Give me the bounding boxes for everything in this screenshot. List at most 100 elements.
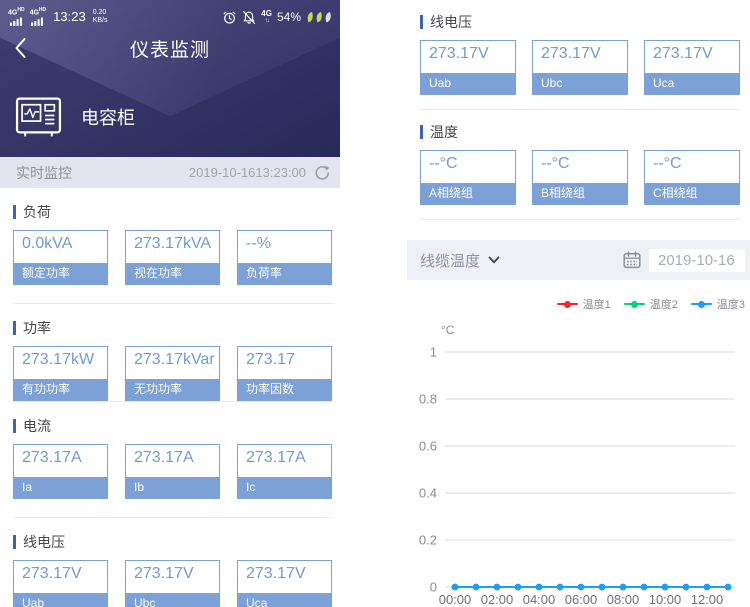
metric-card: --% 负荷率 bbox=[237, 230, 332, 285]
metric-label: Uab bbox=[14, 593, 107, 607]
metric-value: 0.0kVA bbox=[22, 235, 73, 252]
svg-text:0: 0 bbox=[430, 580, 437, 595]
svg-text:0.6: 0.6 bbox=[419, 439, 437, 454]
metric-card: 273.17A Ib bbox=[125, 444, 220, 499]
metric-value: 273.17V bbox=[541, 45, 601, 62]
metric-card: --°C C相绕组 bbox=[644, 150, 740, 205]
section-title-bar-icon bbox=[13, 419, 16, 433]
device-name: 电容柜 bbox=[81, 108, 135, 128]
metric-card: 273.17V Uca bbox=[237, 560, 332, 607]
metric-label: Uca bbox=[645, 73, 739, 94]
calendar-icon[interactable] bbox=[622, 250, 642, 270]
legend-line-icon bbox=[690, 300, 712, 308]
section-title: 线电压 bbox=[420, 12, 740, 32]
cable-temp-filter-bar: 线缆温度 2019-10-16 bbox=[407, 240, 750, 280]
metric-section: 电流 273.17A Ia 273.17A Ib 273.17A Ic bbox=[13, 402, 333, 518]
network-type-label: 4GHD bbox=[8, 7, 25, 17]
section-title-text: 负荷 bbox=[23, 204, 51, 220]
legend-label: 温度2 bbox=[649, 299, 678, 311]
metric-card: 273.17kW 有功功率 bbox=[13, 346, 108, 401]
svg-text:1: 1 bbox=[430, 345, 437, 360]
device-row: 电容柜 bbox=[15, 95, 340, 139]
metric-value: 273.17A bbox=[134, 449, 194, 466]
date-filter: 2019-10-16 bbox=[622, 248, 745, 272]
temperature-line-chart: °C 0 0.2 0.4 0.6 0.8 1 00:00 02:00 04:00 06:00 08:0… bbox=[419, 323, 735, 607]
legend-item[interactable]: 温度1 bbox=[556, 296, 611, 312]
mobile-data-icon: 4G ↑↓ bbox=[261, 9, 272, 25]
metric-value: 273.17V bbox=[22, 565, 82, 582]
metric-label: 视在功率 bbox=[126, 263, 219, 284]
chevron-down-icon bbox=[488, 256, 500, 264]
refresh-button[interactable] bbox=[313, 164, 330, 181]
metric-card: 0.0kVA 额定功率 bbox=[13, 230, 108, 285]
legend-line-icon bbox=[556, 300, 578, 308]
section-title-bar-icon bbox=[13, 205, 16, 219]
section-title: 电流 bbox=[13, 416, 333, 436]
svg-text:°C: °C bbox=[441, 323, 455, 337]
svg-text:0.8: 0.8 bbox=[419, 392, 437, 407]
speed-unit: KB/s bbox=[92, 16, 108, 24]
section-title: 负荷 bbox=[13, 202, 333, 222]
svg-text:10:00: 10:00 bbox=[649, 592, 682, 607]
svg-text:06:00: 06:00 bbox=[565, 592, 598, 607]
status-bar-left: 4GHD 4GHD 13:23 0.20 KB/s bbox=[8, 7, 108, 26]
signal-bars-icon bbox=[31, 17, 44, 26]
section-title-text: 温度 bbox=[430, 124, 458, 140]
svg-text:04:00: 04:00 bbox=[523, 592, 556, 607]
app-header: 4GHD 4GHD 13:23 0.20 KB/s 4G ↑↓ 54% 仪表监测… bbox=[0, 0, 340, 157]
metric-value: --°C bbox=[653, 155, 682, 172]
right-metric-sections: 线电压 273.17V Uab 273.17V Ubc 273.17V Uca 温度 --°C A… bbox=[407, 0, 750, 220]
metric-label: B相绕组 bbox=[533, 183, 627, 204]
legend-item[interactable]: 温度2 bbox=[623, 296, 678, 312]
battery-leaf-icon bbox=[307, 11, 331, 22]
nav-bar: 仪表监测 bbox=[0, 31, 340, 65]
metric-section: 线电压 273.17V Uab 273.17V Ubc 273.17V Uca bbox=[13, 518, 333, 607]
metric-value: 273.17V bbox=[134, 565, 194, 582]
section-title: 温度 bbox=[420, 122, 740, 142]
metric-value: 273.17V bbox=[246, 565, 306, 582]
card-row: 273.17A Ia 273.17A Ib 273.17A Ic bbox=[13, 444, 333, 499]
metric-value: 273.17A bbox=[246, 449, 306, 466]
legend-item[interactable]: 温度3 bbox=[690, 296, 745, 312]
svg-text:08:00: 08:00 bbox=[607, 592, 640, 607]
metric-card: 273.17A Ia bbox=[13, 444, 108, 499]
metric-label: Uca bbox=[238, 593, 331, 607]
network-speed: 0.20 KB/s bbox=[93, 9, 108, 25]
metric-card: 273.17V Uab bbox=[13, 560, 108, 607]
metric-value: 273.17V bbox=[429, 45, 489, 62]
meter-monitor-screen: 4GHD 4GHD 13:23 0.20 KB/s 4G ↑↓ 54% 仪表监测… bbox=[0, 0, 750, 607]
left-panel: 4GHD 4GHD 13:23 0.20 KB/s 4G ↑↓ 54% 仪表监测… bbox=[0, 0, 340, 607]
section-title-bar-icon bbox=[420, 125, 423, 139]
metric-card: 273.17kVA 视在功率 bbox=[125, 230, 220, 285]
capacitor-cabinet-icon bbox=[15, 97, 62, 137]
metric-value: --% bbox=[246, 235, 271, 252]
card-row: 273.17V Uab 273.17V Ubc 273.17V Uca bbox=[13, 560, 333, 607]
alarm-clock-icon bbox=[223, 11, 236, 24]
data-type-label: 4G bbox=[261, 9, 272, 18]
metric-value: --°C bbox=[541, 155, 570, 172]
metric-card: 273.17A Ic bbox=[237, 444, 332, 499]
metric-label: Ia bbox=[14, 477, 107, 498]
cable-temp-dropdown[interactable]: 线缆温度 bbox=[420, 250, 500, 271]
legend-dot-icon bbox=[697, 300, 705, 308]
speed-value: 0.20 bbox=[92, 8, 107, 16]
right-panel: 线电压 273.17V Uab 273.17V Ubc 273.17V Uca 温度 --°C A… bbox=[407, 0, 750, 607]
status-bar-right: 4G ↑↓ 54% bbox=[222, 10, 332, 25]
metric-value: 273.17V bbox=[653, 45, 713, 62]
metric-section: 线电压 273.17V Uab 273.17V Ubc 273.17V Uca bbox=[420, 0, 740, 110]
metric-card: 273.17 功率因数 bbox=[237, 346, 332, 401]
metric-label: Ib bbox=[126, 477, 219, 498]
metric-card: --°C A相绕组 bbox=[420, 150, 516, 205]
cable-temp-label: 线缆温度 bbox=[420, 252, 481, 270]
date-field[interactable]: 2019-10-16 bbox=[649, 248, 745, 272]
realtime-right: 2019-10-1613:23:00 bbox=[189, 164, 330, 181]
metric-label: Ubc bbox=[533, 73, 627, 94]
mute-bell-icon bbox=[243, 10, 256, 24]
legend-dot-icon bbox=[630, 300, 638, 308]
back-button[interactable] bbox=[14, 37, 26, 59]
metric-section: 温度 --°C A相绕组 --°C B相绕组 --°C C相绕组 bbox=[420, 110, 740, 220]
metric-label: 功率因数 bbox=[238, 379, 331, 400]
metric-label: Ic bbox=[238, 477, 331, 498]
metric-label: Ubc bbox=[126, 593, 219, 607]
chart-legend: 温度1 温度2 温度3 bbox=[407, 296, 745, 312]
